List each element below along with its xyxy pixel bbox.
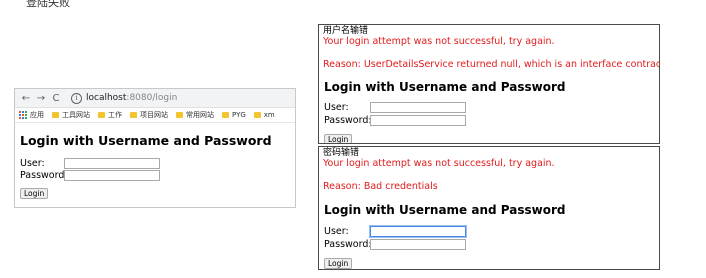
address-bar: ← → C i localhost:8080/login	[15, 89, 295, 108]
user-row: User:	[20, 157, 272, 169]
folder-icon	[253, 112, 261, 118]
reload-icon[interactable]: C	[50, 93, 62, 104]
bookmark-projects[interactable]: 项目网站	[130, 110, 168, 120]
bookmark-label: 工作	[108, 111, 122, 119]
bookmark-label: 工具网站	[62, 111, 90, 119]
apps-grid-icon	[19, 111, 27, 119]
password-label: Password:	[324, 115, 372, 126]
bookmark-label: 常用网站	[186, 111, 214, 119]
bookmark-label: 应用	[30, 111, 44, 119]
panel-caption: 用户名输错	[323, 26, 369, 36]
folder-icon	[130, 112, 137, 118]
folder-icon	[98, 112, 105, 118]
forward-arrow-icon[interactable]: →	[35, 93, 47, 104]
folder-icon	[52, 112, 59, 118]
login-button[interactable]: Login	[20, 188, 49, 199]
folder-icon	[176, 112, 183, 118]
bookmark-label: xm	[263, 111, 275, 119]
password-input[interactable]	[64, 169, 160, 181]
url-path: :8080/login	[126, 93, 178, 103]
error-message: Your login attempt was not successful, t…	[323, 36, 555, 47]
page-title: Login with Username and Password	[324, 80, 566, 94]
error-message: Your login attempt was not successful, t…	[323, 158, 555, 169]
login-button[interactable]: Login	[324, 134, 353, 143]
password-row: Password:	[319, 114, 659, 127]
user-label: User:	[324, 102, 349, 113]
page-title: Login with Username and Password	[324, 203, 566, 217]
top-caption: 登陆失败	[26, 0, 70, 9]
username-input[interactable]	[370, 226, 466, 237]
browser-window: ← → C i localhost:8080/login 应用 工具网站 工作 …	[14, 88, 296, 208]
user-row: User:	[319, 225, 659, 238]
url-host: localhost	[86, 93, 127, 103]
wrong-password-panel: 密码输错 Your login attempt was not successf…	[318, 146, 660, 270]
bookmark-common[interactable]: 常用网站	[176, 110, 214, 120]
user-row: User:	[319, 101, 659, 114]
error-reason: Reason: Bad credentials	[323, 181, 438, 192]
bookmarks-bar: 应用 工具网站 工作 项目网站 常用网站 PYG xm	[15, 108, 295, 123]
bookmark-pyg[interactable]: PYG	[222, 111, 246, 119]
page-title: Login with Username and Password	[20, 133, 272, 148]
password-row: Password:	[20, 169, 272, 181]
password-label: Password:	[324, 239, 372, 250]
wrong-username-panel: 用户名输错 Your login attempt was not success…	[318, 24, 660, 144]
password-label: Password:	[20, 169, 68, 181]
bookmark-label: PYG	[232, 111, 246, 119]
password-input[interactable]	[370, 239, 466, 250]
bookmark-work[interactable]: 工作	[98, 110, 122, 120]
user-label: User:	[324, 226, 349, 237]
bookmark-xm[interactable]: xm	[253, 111, 275, 119]
login-button[interactable]: Login	[324, 258, 353, 269]
bookmark-label: 项目网站	[140, 111, 168, 119]
back-arrow-icon[interactable]: ←	[20, 93, 32, 104]
panel-caption: 密码输错	[323, 148, 360, 158]
username-input[interactable]	[370, 102, 466, 113]
login-page: Login with Username and Password User: P…	[20, 133, 272, 200]
password-row: Password:	[319, 238, 659, 251]
folder-icon	[222, 112, 229, 118]
bookmark-apps[interactable]: 应用	[19, 110, 44, 120]
bookmark-tools[interactable]: 工具网站	[52, 110, 90, 120]
username-input[interactable]	[64, 157, 160, 169]
password-input[interactable]	[370, 115, 466, 126]
error-reason: Reason: UserDetailsService returned null…	[323, 59, 659, 70]
url-field[interactable]: localhost:8080/login	[86, 93, 177, 103]
site-info-icon[interactable]: i	[71, 92, 82, 104]
user-label: User:	[20, 157, 45, 169]
